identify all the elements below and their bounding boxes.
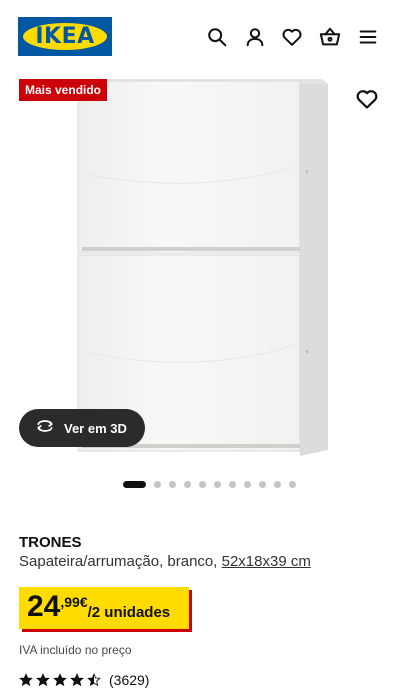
- logo-text: IKEA: [35, 23, 95, 49]
- gallery-dot[interactable]: [259, 480, 266, 488]
- gallery-dot[interactable]: [244, 480, 251, 488]
- ikea-logo[interactable]: IKEA: [18, 17, 112, 56]
- star-icon: [19, 673, 33, 687]
- gallery-dot[interactable]: [199, 480, 206, 488]
- user-icon[interactable]: [244, 26, 266, 48]
- product-description-text: Sapateira/arrumação, branco,: [19, 553, 222, 570]
- search-icon[interactable]: [206, 26, 228, 48]
- site-header: IKEA: [0, 0, 405, 75]
- star-icon: [87, 673, 101, 687]
- product-name: TRONES: [19, 534, 82, 551]
- price-decimal: ,99€: [60, 594, 88, 610]
- favorite-icon[interactable]: [355, 87, 379, 111]
- best-seller-badge: Mais vendido: [19, 79, 108, 101]
- product-description: Sapateira/arrumação, branco, 52x18x39 cm: [19, 553, 311, 570]
- gallery-dot[interactable]: [289, 480, 296, 488]
- product-size-link[interactable]: 52x18x39 cm: [222, 553, 311, 570]
- star-icon: [36, 673, 50, 687]
- gallery-dot[interactable]: [154, 480, 161, 488]
- menu-icon[interactable]: [357, 26, 379, 48]
- gallery-dot[interactable]: [123, 480, 146, 488]
- star-icon: [70, 673, 84, 687]
- rating-stars: [19, 673, 104, 687]
- gallery-dot[interactable]: [169, 480, 176, 488]
- gallery-dot[interactable]: [274, 480, 281, 488]
- gallery-dot[interactable]: [229, 480, 236, 488]
- gallery-dot[interactable]: [214, 480, 221, 488]
- price-unit: /2 unidades: [87, 604, 171, 621]
- price-integer: 24: [27, 590, 61, 623]
- view-in-3d-label: Ver em 3D: [64, 420, 127, 436]
- logo-oval: IKEA: [23, 23, 107, 50]
- gallery-pagination: [123, 480, 304, 488]
- view-in-3d-button[interactable]: Ver em 3D: [19, 409, 145, 447]
- basket-icon[interactable]: [319, 26, 341, 48]
- price-tag: 24 ,99€ /2 unidades: [19, 587, 189, 629]
- rating-count: (3629): [109, 672, 150, 688]
- product-rating[interactable]: (3629): [19, 672, 149, 688]
- heart-icon[interactable]: [281, 26, 303, 48]
- star-icon: [53, 673, 67, 687]
- rotate-3d-icon: [35, 416, 55, 441]
- vat-note: IVA incluído no preço: [19, 643, 132, 657]
- gallery-dot[interactable]: [184, 480, 191, 488]
